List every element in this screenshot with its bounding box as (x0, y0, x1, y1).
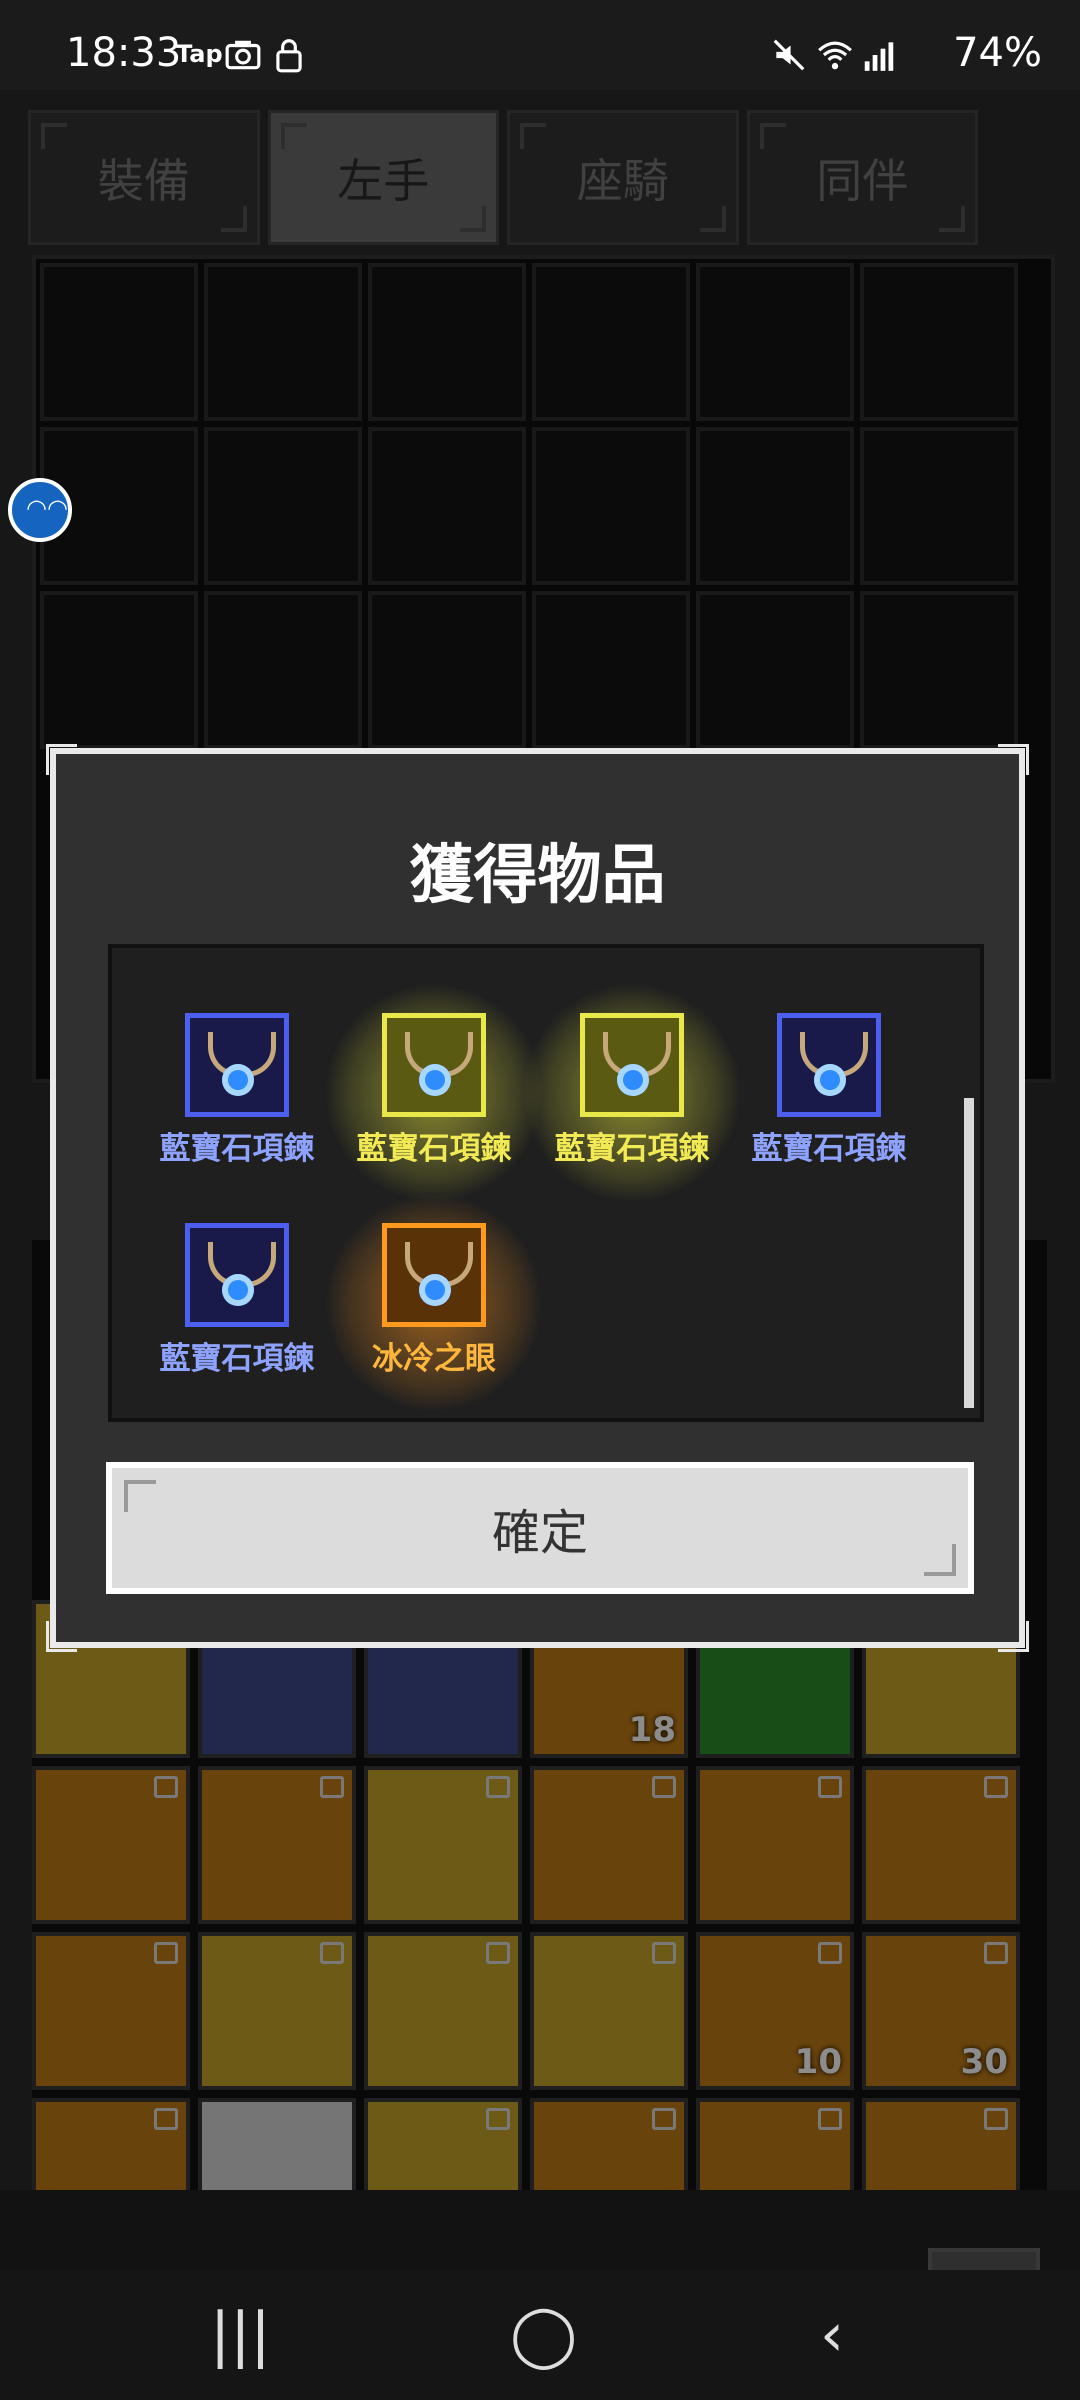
recent-apps-icon[interactable]: ||| (210, 2300, 271, 2370)
confirm-button[interactable]: 確定 (106, 1462, 974, 1594)
acquired-item[interactable]: 藍寶石項鍊 (522, 983, 742, 1203)
acquired-item[interactable]: 藍寶石項鍊 (749, 1013, 909, 1168)
item-frame (382, 1013, 486, 1117)
modal-title: 獲得物品 (409, 839, 666, 913)
items-scrollbar[interactable] (964, 1098, 974, 1408)
item-name: 藍寶石項鍊 (751, 1131, 907, 1167)
wifi-icon (818, 41, 852, 70)
acquired-item[interactable]: 藍寶石項鍊 (157, 1013, 317, 1168)
item-acquired-modal: 獲得物品 藍寶石項鍊 藍寶石項鍊 藍寶石項鍊 藍寶石項鍊 藍寶石項鍊 冰冷之眼 … (46, 744, 1029, 1652)
acquired-item[interactable]: 藍寶石項鍊 (324, 983, 544, 1203)
sapphire-gem-icon (617, 1064, 649, 1096)
sapphire-gem-icon (222, 1274, 254, 1306)
battery-percent: 74% (953, 30, 1042, 76)
item-name: 藍寶石項鍊 (554, 1131, 710, 1167)
mute-icon (773, 39, 805, 71)
ice-eye-gem-icon (419, 1274, 451, 1306)
modal-corner (46, 744, 77, 775)
sapphire-gem-icon (222, 1064, 254, 1096)
item-frame (382, 1223, 486, 1327)
acquired-item[interactable]: 冰冷之眼 (324, 1193, 544, 1413)
assistant-icon: ◠◠ (26, 494, 68, 522)
floating-assistant-button[interactable]: ◠◠ (8, 478, 72, 542)
item-name: 藍寶石項鍊 (159, 1131, 315, 1167)
back-icon[interactable]: ‹ (820, 2300, 844, 2370)
signal-icon (864, 42, 894, 71)
item-frame (777, 1013, 881, 1117)
acquired-items-panel: 藍寶石項鍊 藍寶石項鍊 藍寶石項鍊 藍寶石項鍊 藍寶石項鍊 冰冷之眼 (108, 944, 984, 1422)
item-name: 冰冷之眼 (372, 1341, 496, 1377)
modal-corner (998, 744, 1029, 775)
sapphire-gem-icon (814, 1064, 846, 1096)
item-frame (580, 1013, 684, 1117)
status-time: 18:33 (66, 30, 182, 76)
acquired-item[interactable]: 藍寶石項鍊 (157, 1223, 317, 1378)
sapphire-gem-icon (419, 1064, 451, 1096)
home-icon[interactable]: ◯ (510, 2300, 577, 2370)
lock-icon (276, 39, 302, 73)
item-name: 藍寶石項鍊 (356, 1131, 512, 1167)
tap-label: Tap (176, 40, 223, 68)
camera-icon (225, 40, 261, 70)
item-name: 藍寶石項鍊 (159, 1341, 315, 1377)
item-frame (185, 1013, 289, 1117)
modal-corner (998, 1621, 1029, 1652)
item-frame (185, 1223, 289, 1327)
modal-corner (46, 1621, 77, 1652)
system-nav-bar: ||| ◯ ‹ (0, 2270, 1080, 2400)
